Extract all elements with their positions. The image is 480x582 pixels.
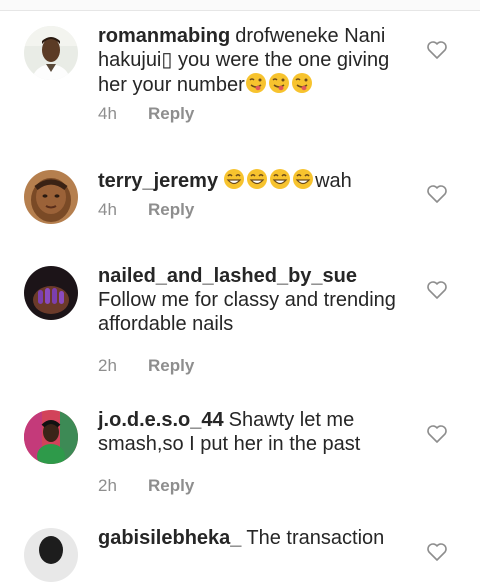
reply-button[interactable]: Reply: [148, 476, 194, 496]
grinning-face-icon: [247, 169, 268, 189]
reply-button[interactable]: Reply: [148, 200, 194, 220]
avatar[interactable]: [24, 528, 78, 582]
reply-button[interactable]: Reply: [148, 104, 194, 124]
comment-body: Follow me for classy and trending afford…: [98, 289, 396, 335]
comment-text: gabisilebheka_ The transaction: [98, 526, 416, 550]
comment-username[interactable]: nailed_and_lashed_by_sue: [98, 265, 357, 287]
heart-icon[interactable]: [426, 424, 448, 444]
winking-face-tongue-icon: [291, 73, 312, 93]
comment-username[interactable]: gabisilebheka_: [98, 527, 241, 549]
grinning-face-icon: [224, 169, 245, 189]
comment-meta: 4h Reply: [98, 200, 416, 220]
winking-face-tongue-icon: [268, 73, 289, 93]
heart-icon[interactable]: [426, 184, 448, 204]
heart-icon[interactable]: [426, 280, 448, 300]
grinning-face-icon: [293, 169, 314, 189]
comment-body: wah: [315, 170, 352, 192]
winking-face-tongue-icon: [245, 73, 266, 93]
comment-username[interactable]: j.o.d.e.s.o_44: [98, 409, 224, 431]
avatar[interactable]: [24, 26, 78, 80]
comment-text: nailed_and_lashed_by_sue Follow me for cl…: [98, 264, 416, 336]
comment-meta: 4h Reply: [98, 104, 416, 124]
emoji-group: [223, 169, 315, 192]
comment-meta: 2h Reply: [98, 356, 416, 376]
comment-time: 2h: [98, 356, 117, 375]
grinning-face-icon: [270, 169, 291, 189]
comment-text: romanmabing drofweneke Nani hakujui▯ you …: [98, 24, 416, 97]
avatar[interactable]: [24, 266, 78, 320]
comment-text: j.o.d.e.s.o_44 Shawty let me smash,so I p…: [98, 408, 416, 456]
comment-time: 4h: [98, 104, 117, 123]
comment-username[interactable]: terry_jeremy: [98, 170, 218, 192]
heart-icon[interactable]: [426, 542, 448, 562]
comment-body: The transaction: [246, 527, 385, 549]
reply-button[interactable]: Reply: [148, 356, 194, 376]
comment-username[interactable]: romanmabing: [98, 25, 230, 47]
comment-time: 4h: [98, 200, 117, 219]
heart-icon[interactable]: [426, 40, 448, 60]
avatar[interactable]: [24, 170, 78, 224]
top-divider: [0, 0, 480, 11]
comment-meta: 2h Reply: [98, 476, 416, 496]
comment-time: 2h: [98, 476, 117, 495]
emoji-group: [245, 73, 314, 96]
comment-text: terry_jeremy wah: [98, 168, 416, 193]
avatar[interactable]: [24, 410, 78, 464]
